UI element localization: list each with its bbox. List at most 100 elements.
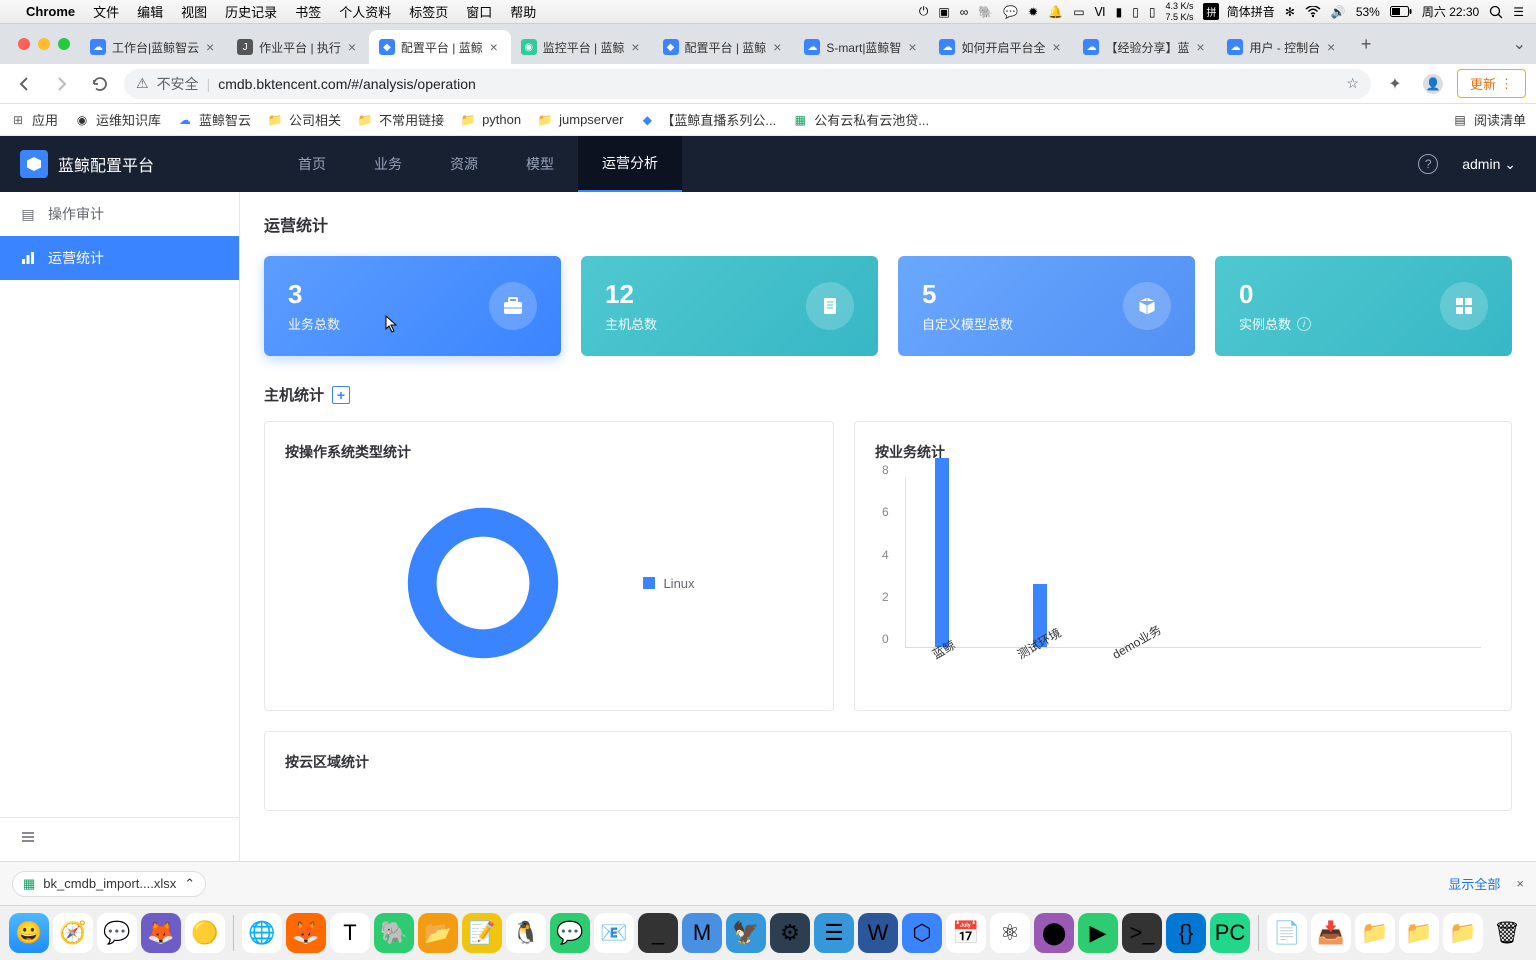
dock-app[interactable]: 📝 xyxy=(462,913,502,953)
dock-app[interactable]: M xyxy=(682,913,722,953)
dock-app[interactable]: 💬 xyxy=(97,913,137,953)
dock-app[interactable]: 📂 xyxy=(418,913,458,953)
dock-app[interactable]: 🐘 xyxy=(374,913,414,953)
nav-home[interactable]: 首页 xyxy=(274,136,350,192)
bookmark-item[interactable]: ◉运维知识库 xyxy=(74,110,161,129)
help-icon[interactable]: ? xyxy=(1418,154,1438,174)
download-item[interactable]: ▦ bk_cmdb_import....xlsx ⌃ xyxy=(12,871,206,897)
new-tab-button[interactable]: + xyxy=(1352,30,1380,58)
dock-app[interactable]: >_ xyxy=(1122,913,1162,953)
stat-card-models[interactable]: 5 自定义模型总数 xyxy=(898,256,1195,356)
browser-tab[interactable]: ◉监控平台 | 蓝鲸× xyxy=(511,30,653,64)
browser-tab[interactable]: J作业平台 | 执行× xyxy=(227,30,369,64)
close-icon[interactable]: × xyxy=(770,40,784,54)
reading-list[interactable]: ▤阅读清单 xyxy=(1452,110,1526,129)
nav-business[interactable]: 业务 xyxy=(350,136,426,192)
bookmark-item[interactable]: ▦公有云私有云池贷... xyxy=(792,110,929,129)
close-icon[interactable]: × xyxy=(629,40,643,54)
dock-trash[interactable]: 🗑 xyxy=(1487,913,1527,953)
dock-app[interactable]: ⬤ xyxy=(1034,913,1074,953)
dock-app[interactable]: 🐧 xyxy=(506,913,546,953)
close-icon[interactable]: × xyxy=(1049,40,1063,54)
sidebar-item-audit[interactable]: ▤ 操作审计 xyxy=(0,192,239,236)
info-icon[interactable]: i xyxy=(1297,317,1311,331)
apps-button[interactable]: ⊞应用 xyxy=(10,110,58,129)
menu-profile[interactable]: 个人资料 xyxy=(339,2,391,21)
dock-app[interactable]: 🧭 xyxy=(53,913,93,953)
stat-card-instances[interactable]: 0 实例总数i xyxy=(1215,256,1512,356)
bar[interactable] xyxy=(935,458,949,647)
window-maximize[interactable] xyxy=(58,38,70,50)
user-menu[interactable]: admin ⌄ xyxy=(1462,156,1516,173)
dock-app[interactable]: 📧 xyxy=(594,913,634,953)
app-logo[interactable]: 蓝鲸配置平台 xyxy=(20,150,154,178)
status-icon[interactable]: 💬 xyxy=(1003,5,1018,19)
dock-app[interactable]: _ xyxy=(638,913,678,953)
battery-icon[interactable] xyxy=(1390,6,1412,17)
browser-tab[interactable]: ☁如何开启平台全× xyxy=(929,30,1073,64)
bookmark-item[interactable]: ◆【蓝鲸直播系列公... xyxy=(639,110,776,129)
extensions-button[interactable]: ✦ xyxy=(1381,70,1409,98)
status-icon[interactable]: ⏻ xyxy=(919,4,929,19)
browser-tab[interactable]: ◆配置平台 | 蓝鲸× xyxy=(653,30,795,64)
browser-tab[interactable]: ☁S-mart|蓝鲸智× xyxy=(794,30,929,64)
volume-icon[interactable]: 🔊 xyxy=(1331,5,1346,19)
dock-app[interactable]: 🦊 xyxy=(286,913,326,953)
nav-operation[interactable]: 运营分析 xyxy=(578,136,682,192)
dock-app[interactable]: 📁 xyxy=(1399,913,1439,953)
chevron-up-icon[interactable]: ⌃ xyxy=(184,876,195,892)
menu-app[interactable]: Chrome xyxy=(26,4,75,19)
update-button[interactable]: 更新⋮ xyxy=(1457,69,1526,98)
show-all-downloads[interactable]: 显示全部 xyxy=(1448,874,1500,893)
dock-app[interactable]: 📄 xyxy=(1267,913,1307,953)
status-icon[interactable]: ▯ xyxy=(1132,5,1139,19)
reload-button[interactable] xyxy=(86,70,114,98)
menu-bookmarks[interactable]: 书签 xyxy=(295,2,321,21)
close-icon[interactable]: × xyxy=(1324,40,1338,54)
close-icon[interactable]: × xyxy=(1193,40,1207,54)
window-minimize[interactable] xyxy=(38,38,50,50)
menu-help[interactable]: 帮助 xyxy=(510,2,536,21)
browser-tab[interactable]: ☁工作台|蓝鲸智云× xyxy=(80,30,227,64)
dock-app[interactable]: ▶ xyxy=(1078,913,1118,953)
forward-button[interactable] xyxy=(48,70,76,98)
dock-chrome[interactable]: 🌐 xyxy=(242,913,282,953)
status-icon[interactable]: ✻ xyxy=(1285,5,1295,19)
stat-card-business[interactable]: 3 业务总数 xyxy=(264,256,561,356)
bookmark-item[interactable]: ☁蓝鲸智云 xyxy=(177,110,251,129)
menu-window[interactable]: 窗口 xyxy=(466,2,492,21)
sidebar-collapse[interactable] xyxy=(0,817,239,861)
dock-app[interactable]: 🦊 xyxy=(141,913,181,953)
control-center-icon[interactable]: ☰ xyxy=(1513,5,1524,19)
dock-app[interactable]: ⬡ xyxy=(902,913,942,953)
browser-tab-active[interactable]: ◆配置平台 | 蓝鲸× xyxy=(369,30,511,64)
status-ime[interactable]: 拼 简体拼音 xyxy=(1203,3,1274,20)
menu-file[interactable]: 文件 xyxy=(93,2,119,21)
bookmark-folder[interactable]: 📁不常用链接 xyxy=(357,110,444,129)
dock-finder[interactable]: 😀 xyxy=(9,913,49,953)
dock-app[interactable]: 📁 xyxy=(1443,913,1483,953)
bookmark-folder[interactable]: 📁python xyxy=(460,112,521,128)
menu-history[interactable]: 历史记录 xyxy=(225,2,277,21)
status-icon[interactable]: 🐘 xyxy=(978,5,993,19)
dock-app[interactable]: 📥 xyxy=(1311,913,1351,953)
back-button[interactable] xyxy=(10,70,38,98)
stat-card-hosts[interactable]: 12 主机总数 xyxy=(581,256,878,356)
dock-app[interactable]: ⚙ xyxy=(770,913,810,953)
dock-app[interactable]: T xyxy=(330,913,370,953)
wifi-icon[interactable] xyxy=(1305,6,1321,18)
nav-resource[interactable]: 资源 xyxy=(426,136,502,192)
status-icon[interactable]: ▭ xyxy=(1073,5,1084,19)
bookmark-star-icon[interactable]: ☆ xyxy=(1346,75,1359,92)
bookmark-folder[interactable]: 📁公司相关 xyxy=(267,110,341,129)
status-time[interactable]: 周六 22:30 xyxy=(1422,3,1479,20)
status-icon[interactable]: ▮ xyxy=(1116,5,1123,19)
nav-model[interactable]: 模型 xyxy=(502,136,578,192)
dock-app[interactable]: ⚛ xyxy=(990,913,1030,953)
status-icon[interactable]: Ⅵ xyxy=(1095,5,1106,19)
add-chart-button[interactable]: + xyxy=(332,386,350,404)
browser-tab[interactable]: ☁用户 - 控制台× xyxy=(1217,30,1348,64)
status-icon[interactable]: ▣ xyxy=(938,5,949,19)
profile-button[interactable]: 👤 xyxy=(1419,70,1447,98)
close-download-bar[interactable]: × xyxy=(1516,876,1524,891)
